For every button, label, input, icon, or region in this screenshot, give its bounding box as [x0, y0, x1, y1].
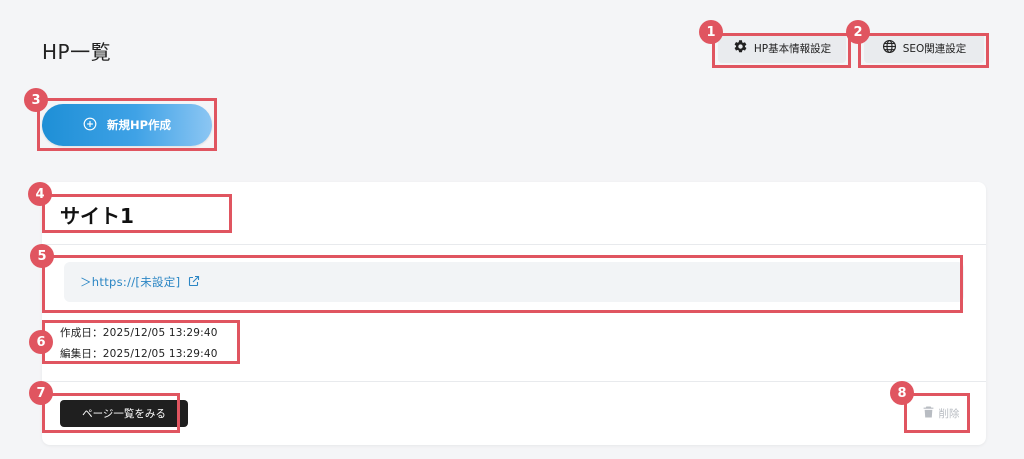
- trash-icon: [923, 406, 934, 421]
- page-title: HP一覧: [42, 40, 112, 64]
- plus-circle-icon: [83, 117, 97, 134]
- annotation-marker-3: 3: [24, 88, 48, 112]
- site-url: ＞https://[未設定]: [80, 275, 181, 289]
- created-date: 作成日：2025/12/05 13:29:40: [60, 327, 218, 339]
- annotation-marker-1: 1: [699, 20, 723, 44]
- create-hp-button[interactable]: 新規HP作成: [42, 104, 212, 146]
- annotation-marker-2: 2: [846, 20, 870, 44]
- edited-date: 編集日：2025/12/05 13:29:40: [60, 348, 218, 360]
- site-title: サイト1: [60, 204, 134, 228]
- hp-settings-button[interactable]: HP基本情報設定: [718, 33, 846, 63]
- create-hp-label: 新規HP作成: [106, 118, 172, 132]
- annotation-marker-7: 7: [29, 381, 53, 405]
- globe-icon: [882, 39, 897, 57]
- annotation-marker-8: 8: [890, 381, 914, 405]
- annotation-marker-5: 5: [30, 244, 54, 268]
- seo-settings-label: SEO関連設定: [902, 42, 967, 55]
- annotation-marker-6: 6: [29, 330, 53, 354]
- site-card: サイト1 ＞https://[未設定] 作成日：2025/12/05 13:29…: [42, 182, 986, 445]
- gear-icon: [733, 39, 748, 57]
- divider: [42, 244, 986, 245]
- site-url-link[interactable]: ＞https://[未設定]: [64, 262, 964, 302]
- view-pages-button[interactable]: ページ一覧をみる: [60, 400, 188, 427]
- divider: [42, 381, 986, 382]
- seo-settings-button[interactable]: SEO関連設定: [864, 33, 984, 63]
- hp-settings-label: HP基本情報設定: [753, 42, 832, 55]
- delete-button[interactable]: 削除: [916, 402, 966, 424]
- annotation-marker-4: 4: [28, 182, 52, 206]
- external-link-icon: [188, 275, 200, 290]
- delete-label: 削除: [938, 407, 960, 420]
